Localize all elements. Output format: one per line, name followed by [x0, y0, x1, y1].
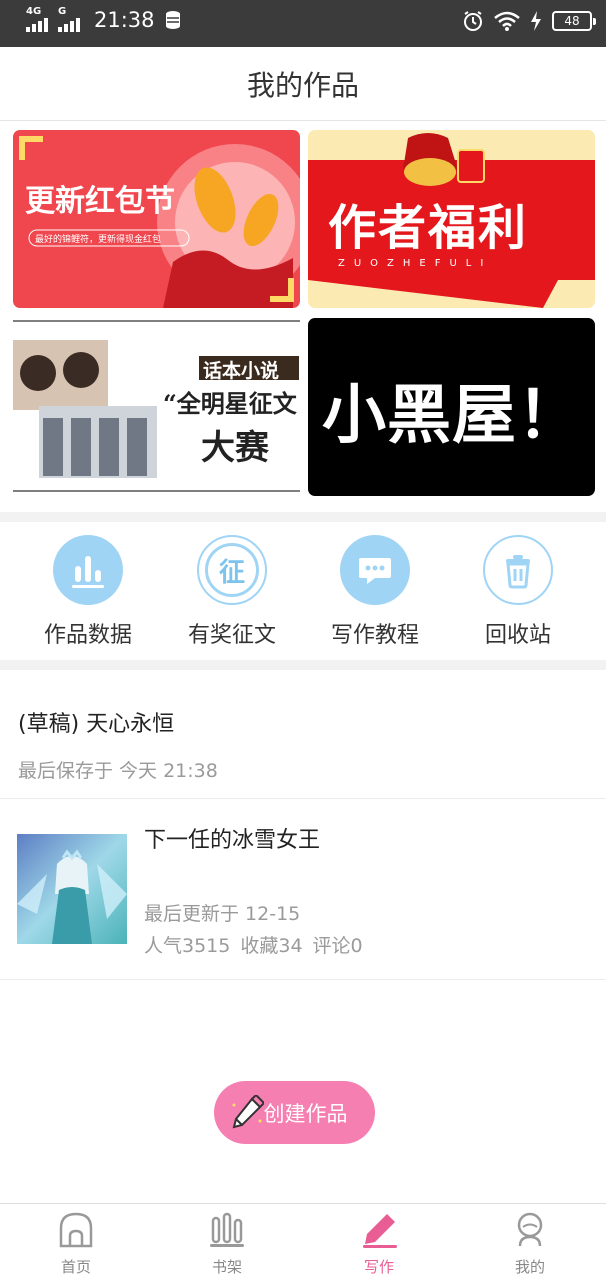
contest-glyph: 征: [205, 543, 259, 597]
banner-star-contest-title: “全明星征文: [163, 389, 297, 418]
contest-icon: 征: [197, 535, 267, 605]
profile-icon: [517, 1212, 543, 1247]
trash-icon: [483, 535, 553, 605]
tab-home-label: 首页: [60, 1258, 91, 1276]
work-item[interactable]: 下一任的冰雪女王 最后更新于 12-15 人气3515 收藏34 评论0: [0, 800, 606, 980]
data-saver-icon: [165, 11, 180, 29]
draft-title: (草稿) 天心永恒: [18, 712, 175, 737]
action-tutorial-label: 写作教程: [330, 623, 419, 648]
tab-bookshelf[interactable]: 书架: [177, 1212, 277, 1277]
battery-indicator: 48: [552, 11, 596, 31]
banner-red-packet[interactable]: 更新红包节 最好的锦鲤符，更新得现金红包: [13, 130, 300, 308]
section-divider: [0, 512, 606, 522]
work-stats: 人气3515 收藏34 评论0: [144, 931, 363, 958]
action-contest[interactable]: 征 有奖征文: [162, 535, 302, 649]
banner-author-welfare-subtitle: ZUOZHEFULI: [338, 258, 493, 269]
pencil-icon: [363, 1214, 397, 1248]
action-tutorial[interactable]: 写作教程: [305, 535, 445, 649]
page-title: 我的作品: [246, 68, 359, 102]
tab-home[interactable]: 首页: [26, 1212, 126, 1277]
signal-icon: 4G: [26, 6, 52, 32]
wifi-icon: [494, 11, 520, 31]
work-favorites: 收藏34: [240, 935, 303, 957]
banner-author-welfare[interactable]: 作者福利 ZUOZHEFULI: [308, 130, 595, 308]
action-recycle-bin-label: 回收站: [484, 623, 551, 648]
work-comments: 评论0: [312, 935, 363, 957]
draft-last-saved: 最后保存于 今天 21:38: [18, 760, 218, 782]
banner-red-packet-title: 更新红包节: [25, 184, 175, 219]
tab-profile[interactable]: 我的: [480, 1212, 580, 1277]
tab-write-label: 写作: [363, 1258, 394, 1276]
signal-icon-2: G: [58, 6, 84, 32]
work-cover: [17, 834, 127, 944]
page-header: 我的作品: [0, 47, 606, 121]
bookshelf-icon: [210, 1212, 244, 1247]
banner-blacklist[interactable]: 小黑屋！: [308, 318, 595, 496]
tab-bookshelf-label: 书架: [211, 1258, 242, 1276]
create-work-button[interactable]: 创建作品: [214, 1081, 375, 1144]
network-type: 4G: [26, 6, 42, 17]
bottom-tab-bar: 首页 书架 写作 我的: [0, 1203, 606, 1280]
section-divider: [0, 660, 606, 670]
action-work-data[interactable]: 作品数据: [18, 535, 158, 649]
bar-chart-icon: [53, 535, 123, 605]
network-type-2: G: [58, 6, 67, 17]
banner-author-welfare-title: 作者福利: [328, 200, 529, 256]
tab-write[interactable]: 写作: [329, 1212, 429, 1277]
pencil-icon: [232, 1095, 264, 1129]
work-popularity: 人气3515: [144, 935, 231, 957]
banner-red-packet-subtitle: 最好的锦鲤符，更新得现金红包: [35, 235, 162, 245]
banner-star-contest[interactable]: 话本小说 “全明星征文 大赛: [13, 318, 300, 496]
charging-icon: [531, 11, 541, 31]
home-icon: [59, 1212, 93, 1248]
action-work-data-label: 作品数据: [43, 623, 132, 648]
banner-star-contest-tag: 话本小说: [203, 360, 280, 382]
banner-star-contest-subtitle: 大赛: [201, 428, 269, 468]
draft-item[interactable]: (草稿) 天心永恒 最后保存于 今天 21:38: [0, 672, 606, 799]
banner-blacklist-title: 小黑屋！: [322, 379, 582, 453]
tab-profile-label: 我的: [514, 1258, 545, 1276]
status-bar: 4G G 21:38 48: [0, 0, 606, 47]
chat-bubble-icon: [340, 535, 410, 605]
work-last-updated: 最后更新于 12-15: [144, 903, 301, 925]
alarm-icon: [464, 11, 482, 31]
status-time: 21:38: [94, 8, 155, 32]
create-work-label: 创建作品: [263, 1101, 348, 1126]
work-title: 下一任的冰雪女王: [144, 828, 321, 853]
action-recycle-bin[interactable]: 回收站: [448, 535, 588, 649]
action-contest-label: 有奖征文: [187, 623, 276, 648]
